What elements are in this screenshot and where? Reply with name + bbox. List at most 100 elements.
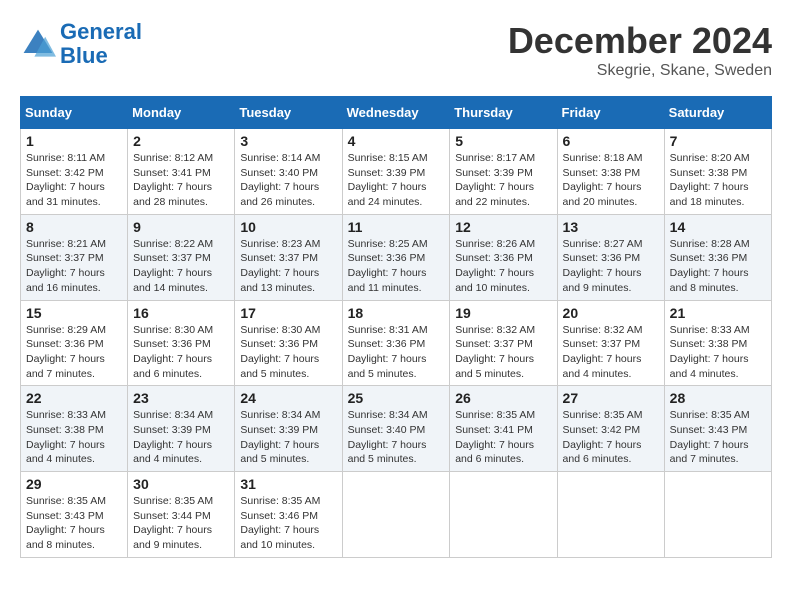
calendar-cell: 17 Sunrise: 8:30 AM Sunset: 3:36 PM Dayli…	[235, 300, 342, 386]
day-info: Sunrise: 8:25 AM Sunset: 3:36 PM Dayligh…	[348, 237, 445, 296]
day-number: 19	[455, 305, 551, 321]
title-block: December 2024 Skegrie, Skane, Sweden	[508, 20, 772, 80]
calendar-week-row: 15 Sunrise: 8:29 AM Sunset: 3:36 PM Dayli…	[21, 300, 772, 386]
calendar-header-friday: Friday	[557, 97, 664, 129]
calendar-cell: 3 Sunrise: 8:14 AM Sunset: 3:40 PM Daylig…	[235, 129, 342, 215]
calendar-cell: 24 Sunrise: 8:34 AM Sunset: 3:39 PM Dayli…	[235, 386, 342, 472]
day-info: Sunrise: 8:35 AM Sunset: 3:41 PM Dayligh…	[455, 408, 551, 467]
day-number: 18	[348, 305, 445, 321]
day-info: Sunrise: 8:27 AM Sunset: 3:36 PM Dayligh…	[563, 237, 659, 296]
calendar-cell	[450, 472, 557, 558]
calendar-cell: 5 Sunrise: 8:17 AM Sunset: 3:39 PM Daylig…	[450, 129, 557, 215]
day-info: Sunrise: 8:23 AM Sunset: 3:37 PM Dayligh…	[240, 237, 336, 296]
day-info: Sunrise: 8:18 AM Sunset: 3:38 PM Dayligh…	[563, 151, 659, 210]
day-info: Sunrise: 8:28 AM Sunset: 3:36 PM Dayligh…	[670, 237, 766, 296]
calendar-cell: 29 Sunrise: 8:35 AM Sunset: 3:43 PM Dayli…	[21, 472, 128, 558]
day-number: 10	[240, 219, 336, 235]
calendar-cell: 8 Sunrise: 8:21 AM Sunset: 3:37 PM Daylig…	[21, 214, 128, 300]
calendar-header-wednesday: Wednesday	[342, 97, 450, 129]
day-number: 15	[26, 305, 122, 321]
calendar-cell: 15 Sunrise: 8:29 AM Sunset: 3:36 PM Dayli…	[21, 300, 128, 386]
day-info: Sunrise: 8:33 AM Sunset: 3:38 PM Dayligh…	[26, 408, 122, 467]
day-number: 31	[240, 476, 336, 492]
day-number: 4	[348, 133, 445, 149]
day-info: Sunrise: 8:11 AM Sunset: 3:42 PM Dayligh…	[26, 151, 122, 210]
day-number: 24	[240, 390, 336, 406]
day-number: 13	[563, 219, 659, 235]
calendar-cell	[342, 472, 450, 558]
day-info: Sunrise: 8:31 AM Sunset: 3:36 PM Dayligh…	[348, 323, 445, 382]
day-number: 2	[133, 133, 229, 149]
calendar-header-sunday: Sunday	[21, 97, 128, 129]
day-info: Sunrise: 8:15 AM Sunset: 3:39 PM Dayligh…	[348, 151, 445, 210]
calendar-cell: 31 Sunrise: 8:35 AM Sunset: 3:46 PM Dayli…	[235, 472, 342, 558]
day-number: 21	[670, 305, 766, 321]
calendar-week-row: 22Sunrise: 8:33 AM Sunset: 3:38 PM Dayli…	[21, 386, 772, 472]
day-number: 5	[455, 133, 551, 149]
calendar-cell: 25 Sunrise: 8:34 AM Sunset: 3:40 PM Dayli…	[342, 386, 450, 472]
day-info: Sunrise: 8:33 AM Sunset: 3:38 PM Dayligh…	[670, 323, 766, 382]
calendar-cell: 14 Sunrise: 8:28 AM Sunset: 3:36 PM Dayli…	[664, 214, 771, 300]
calendar-cell: 20 Sunrise: 8:32 AM Sunset: 3:37 PM Dayli…	[557, 300, 664, 386]
day-number: 17	[240, 305, 336, 321]
calendar-cell: 19Sunrise: 8:32 AM Sunset: 3:37 PM Dayli…	[450, 300, 557, 386]
page-header: General Blue December 2024 Skegrie, Skan…	[20, 20, 772, 80]
day-info: Sunrise: 8:32 AM Sunset: 3:37 PM Dayligh…	[563, 323, 659, 382]
day-number: 28	[670, 390, 766, 406]
calendar-cell: 12 Sunrise: 8:26 AM Sunset: 3:36 PM Dayli…	[450, 214, 557, 300]
calendar-cell: 11Sunrise: 8:25 AM Sunset: 3:36 PM Dayli…	[342, 214, 450, 300]
day-info: Sunrise: 8:26 AM Sunset: 3:36 PM Dayligh…	[455, 237, 551, 296]
day-info: Sunrise: 8:35 AM Sunset: 3:43 PM Dayligh…	[26, 494, 122, 553]
month-title: December 2024	[508, 20, 772, 62]
day-number: 23	[133, 390, 229, 406]
calendar-cell	[664, 472, 771, 558]
day-number: 8	[26, 219, 122, 235]
day-info: Sunrise: 8:21 AM Sunset: 3:37 PM Dayligh…	[26, 237, 122, 296]
day-info: Sunrise: 8:30 AM Sunset: 3:36 PM Dayligh…	[133, 323, 229, 382]
calendar-cell: 4 Sunrise: 8:15 AM Sunset: 3:39 PM Daylig…	[342, 129, 450, 215]
day-info: Sunrise: 8:35 AM Sunset: 3:43 PM Dayligh…	[670, 408, 766, 467]
calendar-cell: 10 Sunrise: 8:23 AM Sunset: 3:37 PM Dayli…	[235, 214, 342, 300]
day-info: Sunrise: 8:34 AM Sunset: 3:39 PM Dayligh…	[240, 408, 336, 467]
calendar-cell: 2 Sunrise: 8:12 AM Sunset: 3:41 PM Daylig…	[128, 129, 235, 215]
day-info: Sunrise: 8:14 AM Sunset: 3:40 PM Dayligh…	[240, 151, 336, 210]
day-info: Sunrise: 8:22 AM Sunset: 3:37 PM Dayligh…	[133, 237, 229, 296]
calendar-header-tuesday: Tuesday	[235, 97, 342, 129]
calendar-header-row: SundayMondayTuesdayWednesdayThursdayFrid…	[21, 97, 772, 129]
logo-icon	[20, 26, 56, 62]
day-number: 12	[455, 219, 551, 235]
location-title: Skegrie, Skane, Sweden	[508, 62, 772, 80]
calendar-cell: 9 Sunrise: 8:22 AM Sunset: 3:37 PM Daylig…	[128, 214, 235, 300]
calendar-cell: 16 Sunrise: 8:30 AM Sunset: 3:36 PM Dayli…	[128, 300, 235, 386]
day-info: Sunrise: 8:34 AM Sunset: 3:39 PM Dayligh…	[133, 408, 229, 467]
day-number: 14	[670, 219, 766, 235]
logo: General Blue	[20, 20, 142, 68]
day-info: Sunrise: 8:29 AM Sunset: 3:36 PM Dayligh…	[26, 323, 122, 382]
calendar-header-saturday: Saturday	[664, 97, 771, 129]
calendar-week-row: 29 Sunrise: 8:35 AM Sunset: 3:43 PM Dayli…	[21, 472, 772, 558]
calendar-cell: 26Sunrise: 8:35 AM Sunset: 3:41 PM Dayli…	[450, 386, 557, 472]
calendar-cell: 22Sunrise: 8:33 AM Sunset: 3:38 PM Dayli…	[21, 386, 128, 472]
logo-line1: General	[60, 19, 142, 44]
day-info: Sunrise: 8:34 AM Sunset: 3:40 PM Dayligh…	[348, 408, 445, 467]
day-info: Sunrise: 8:30 AM Sunset: 3:36 PM Dayligh…	[240, 323, 336, 382]
day-number: 9	[133, 219, 229, 235]
day-number: 20	[563, 305, 659, 321]
calendar-cell	[557, 472, 664, 558]
day-info: Sunrise: 8:35 AM Sunset: 3:42 PM Dayligh…	[563, 408, 659, 467]
day-info: Sunrise: 8:12 AM Sunset: 3:41 PM Dayligh…	[133, 151, 229, 210]
calendar-cell: 13 Sunrise: 8:27 AM Sunset: 3:36 PM Dayli…	[557, 214, 664, 300]
day-number: 29	[26, 476, 122, 492]
calendar-cell: 27 Sunrise: 8:35 AM Sunset: 3:42 PM Dayli…	[557, 386, 664, 472]
day-number: 3	[240, 133, 336, 149]
day-info: Sunrise: 8:17 AM Sunset: 3:39 PM Dayligh…	[455, 151, 551, 210]
day-number: 16	[133, 305, 229, 321]
calendar-cell: 6Sunrise: 8:18 AM Sunset: 3:38 PM Daylig…	[557, 129, 664, 215]
day-number: 25	[348, 390, 445, 406]
day-info: Sunrise: 8:35 AM Sunset: 3:46 PM Dayligh…	[240, 494, 336, 553]
calendar-header-thursday: Thursday	[450, 97, 557, 129]
calendar-cell: 21 Sunrise: 8:33 AM Sunset: 3:38 PM Dayli…	[664, 300, 771, 386]
calendar-cell: 1 Sunrise: 8:11 AM Sunset: 3:42 PM Daylig…	[21, 129, 128, 215]
day-number: 1	[26, 133, 122, 149]
day-number: 27	[563, 390, 659, 406]
